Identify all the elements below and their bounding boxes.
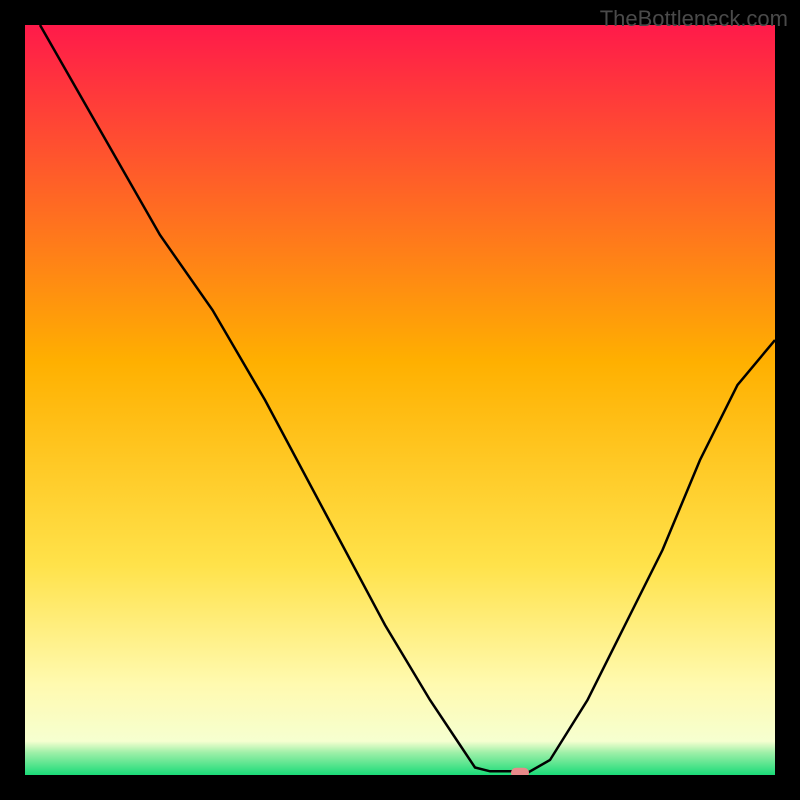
marker-point — [511, 768, 529, 775]
bottleneck-chart — [25, 25, 775, 775]
gradient-background — [25, 25, 775, 775]
watermark-text: TheBottleneck.com — [600, 6, 788, 32]
chart-svg — [25, 25, 775, 775]
